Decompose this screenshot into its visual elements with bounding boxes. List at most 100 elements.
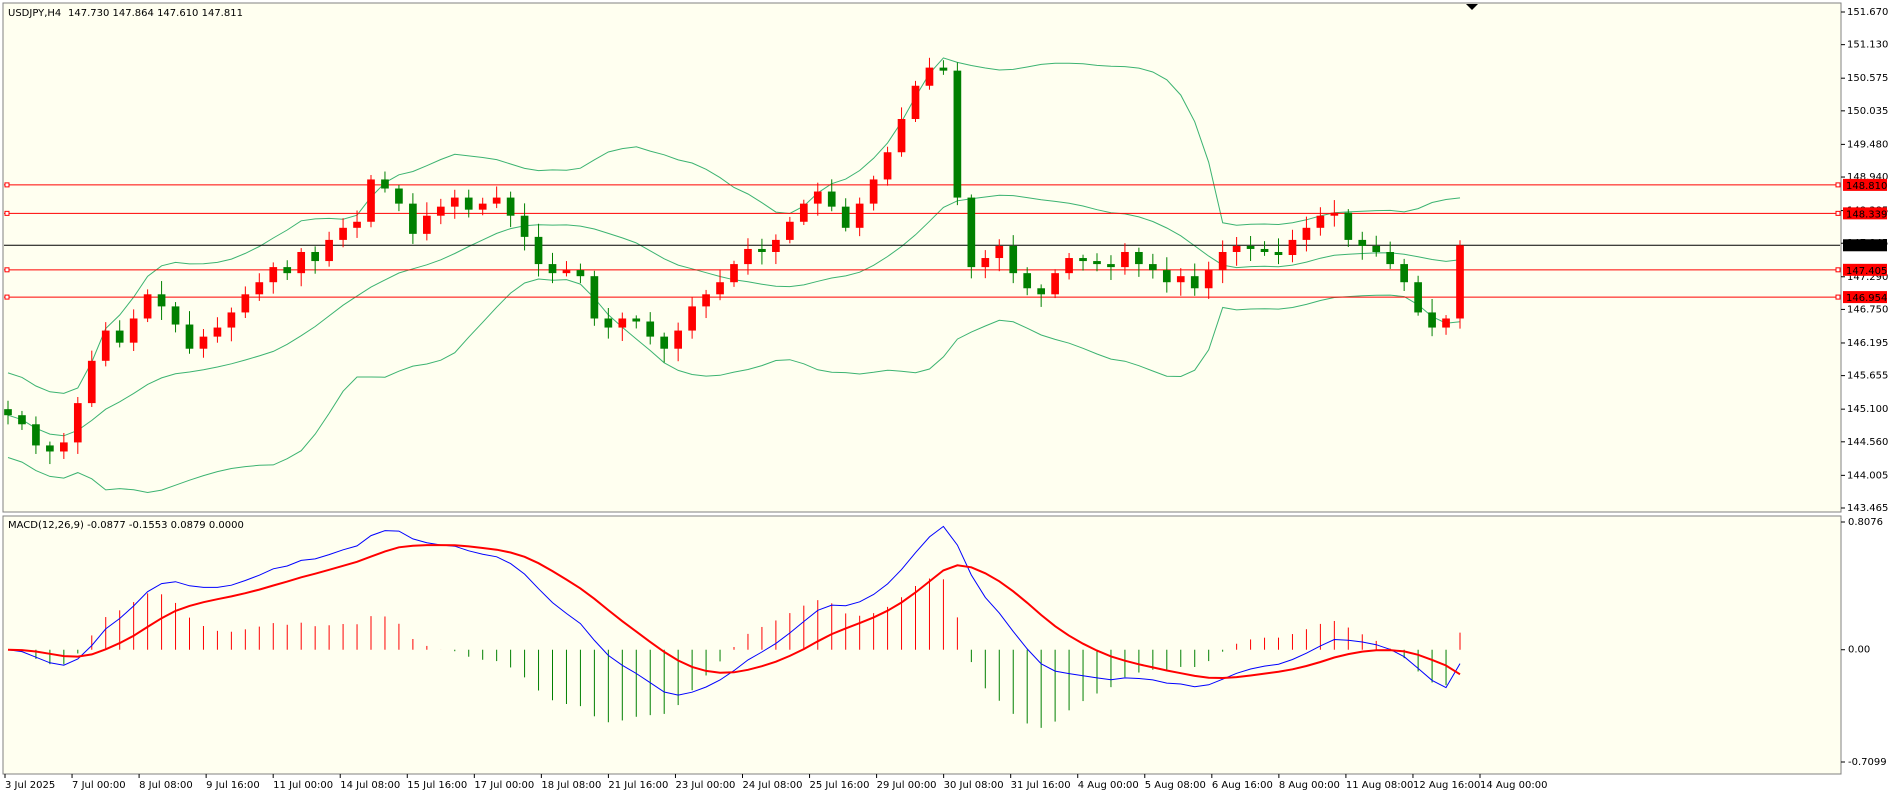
candle-body	[1316, 215, 1325, 228]
candle-body	[730, 264, 738, 283]
level-right-handle[interactable]	[1835, 267, 1841, 273]
time-axis-label: 14 Aug 00:00	[1480, 780, 1547, 791]
candle[interactable]	[1051, 269, 1059, 299]
current-price-label: 147.811	[1846, 241, 1887, 252]
candle-body	[32, 424, 40, 446]
candle-body	[1135, 251, 1143, 265]
candle-body	[1302, 227, 1311, 240]
candle-body	[562, 270, 571, 274]
candle-body	[1009, 245, 1018, 274]
macd-pane[interactable]	[2, 515, 1842, 775]
candle-body	[1428, 312, 1436, 328]
time-axis-label: 31 Jul 16:00	[1011, 780, 1071, 791]
candle[interactable]	[367, 174, 375, 228]
candle-body	[409, 203, 417, 234]
price-axis-label: 145.655	[1847, 371, 1888, 382]
candle-body	[381, 179, 389, 189]
candle-body	[772, 239, 780, 252]
level-left-handle[interactable]	[4, 267, 10, 273]
candle-body	[688, 306, 696, 331]
candle-body	[241, 294, 250, 313]
level-left-handle[interactable]	[4, 210, 10, 216]
candle-body	[660, 336, 669, 349]
candle-body	[1288, 239, 1297, 256]
time-axis-label: 15 Jul 16:00	[407, 780, 467, 791]
candle-body	[674, 330, 682, 349]
candle-body	[87, 360, 96, 404]
candle-body	[1442, 318, 1450, 328]
candle-body	[143, 294, 152, 319]
candle-body	[1190, 276, 1199, 289]
candle-body	[492, 197, 501, 204]
candle-body	[129, 318, 138, 343]
macd-pane-background	[2, 515, 1842, 775]
candle-body	[1330, 212, 1339, 216]
candle-body	[534, 236, 543, 265]
candle[interactable]	[1456, 240, 1464, 329]
candle-body	[1344, 212, 1353, 240]
candle-body	[1400, 264, 1408, 283]
candle-body	[227, 312, 236, 328]
candle-body	[1065, 258, 1073, 274]
price-axis-label: 151.130	[1847, 40, 1888, 51]
time-axis-label: 7 Jul 00:00	[72, 780, 126, 791]
candle-body	[4, 409, 12, 416]
candle-body	[506, 197, 515, 216]
time-axis-label: 4 Aug 00:00	[1078, 780, 1139, 791]
candle-body	[464, 197, 473, 210]
time-axis-label: 8 Jul 08:00	[139, 780, 193, 791]
level-price-label: 148.810	[1846, 181, 1887, 192]
candle-body	[702, 294, 710, 307]
time-axis-label: 23 Jul 00:00	[675, 780, 735, 791]
level-price-label: 148.339	[1846, 209, 1887, 220]
chart-title-ohlc: 147.730 147.864 147.610 147.811	[68, 8, 243, 19]
candle-body	[995, 245, 1004, 259]
candle-body	[576, 270, 585, 277]
level-price-label: 147.405	[1846, 266, 1887, 277]
time-axis-label: 18 Jul 08:00	[541, 780, 601, 791]
level-left-handle[interactable]	[4, 294, 10, 300]
time-axis-label: 29 Jul 00:00	[877, 780, 937, 791]
price-axis-label: 151.670	[1847, 7, 1888, 18]
candle-body	[450, 197, 459, 207]
time-axis-label: 8 Aug 00:00	[1279, 780, 1340, 791]
candle-body	[1232, 245, 1241, 252]
candle[interactable]	[911, 80, 920, 123]
level-left-handle[interactable]	[4, 182, 10, 188]
time-axis-label: 3 Jul 2025	[5, 780, 55, 791]
candle-body	[520, 215, 529, 237]
candle-body	[73, 403, 82, 443]
candle-body	[841, 206, 850, 228]
candle[interactable]	[967, 194, 976, 279]
candle-body	[1218, 251, 1227, 271]
price-axis-label: 146.195	[1847, 338, 1888, 349]
candle-body	[1023, 273, 1032, 289]
candle-body	[367, 179, 375, 222]
candle-body	[423, 215, 431, 234]
level-right-handle[interactable]	[1835, 210, 1841, 216]
candle-body	[869, 179, 878, 204]
candle-body	[199, 336, 208, 349]
candle-body	[967, 197, 976, 268]
candle-body	[855, 203, 864, 228]
level-right-handle[interactable]	[1835, 294, 1841, 300]
candle-body	[157, 294, 166, 307]
level-right-handle[interactable]	[1835, 182, 1841, 188]
candle[interactable]	[953, 62, 962, 206]
macd-title: MACD(12,26,9) -0.0877 -0.1553 0.0879 0.0…	[8, 520, 244, 531]
price-axis-label: 150.575	[1847, 73, 1888, 84]
candle[interactable]	[590, 270, 599, 326]
candle-body	[269, 267, 278, 283]
price-pane-background	[2, 2, 1842, 513]
time-axis-label: 21 Jul 16:00	[608, 780, 668, 791]
macd-axis-label: 0.00	[1848, 645, 1870, 656]
candle-body	[786, 221, 794, 240]
candle-body	[185, 324, 194, 349]
candle-body	[827, 191, 836, 207]
candle-body	[353, 221, 361, 228]
candle-body	[911, 85, 920, 119]
price-pane[interactable]	[2, 2, 1842, 513]
candle-body	[436, 206, 445, 216]
candle-body	[115, 330, 124, 343]
candle-body	[101, 330, 110, 361]
